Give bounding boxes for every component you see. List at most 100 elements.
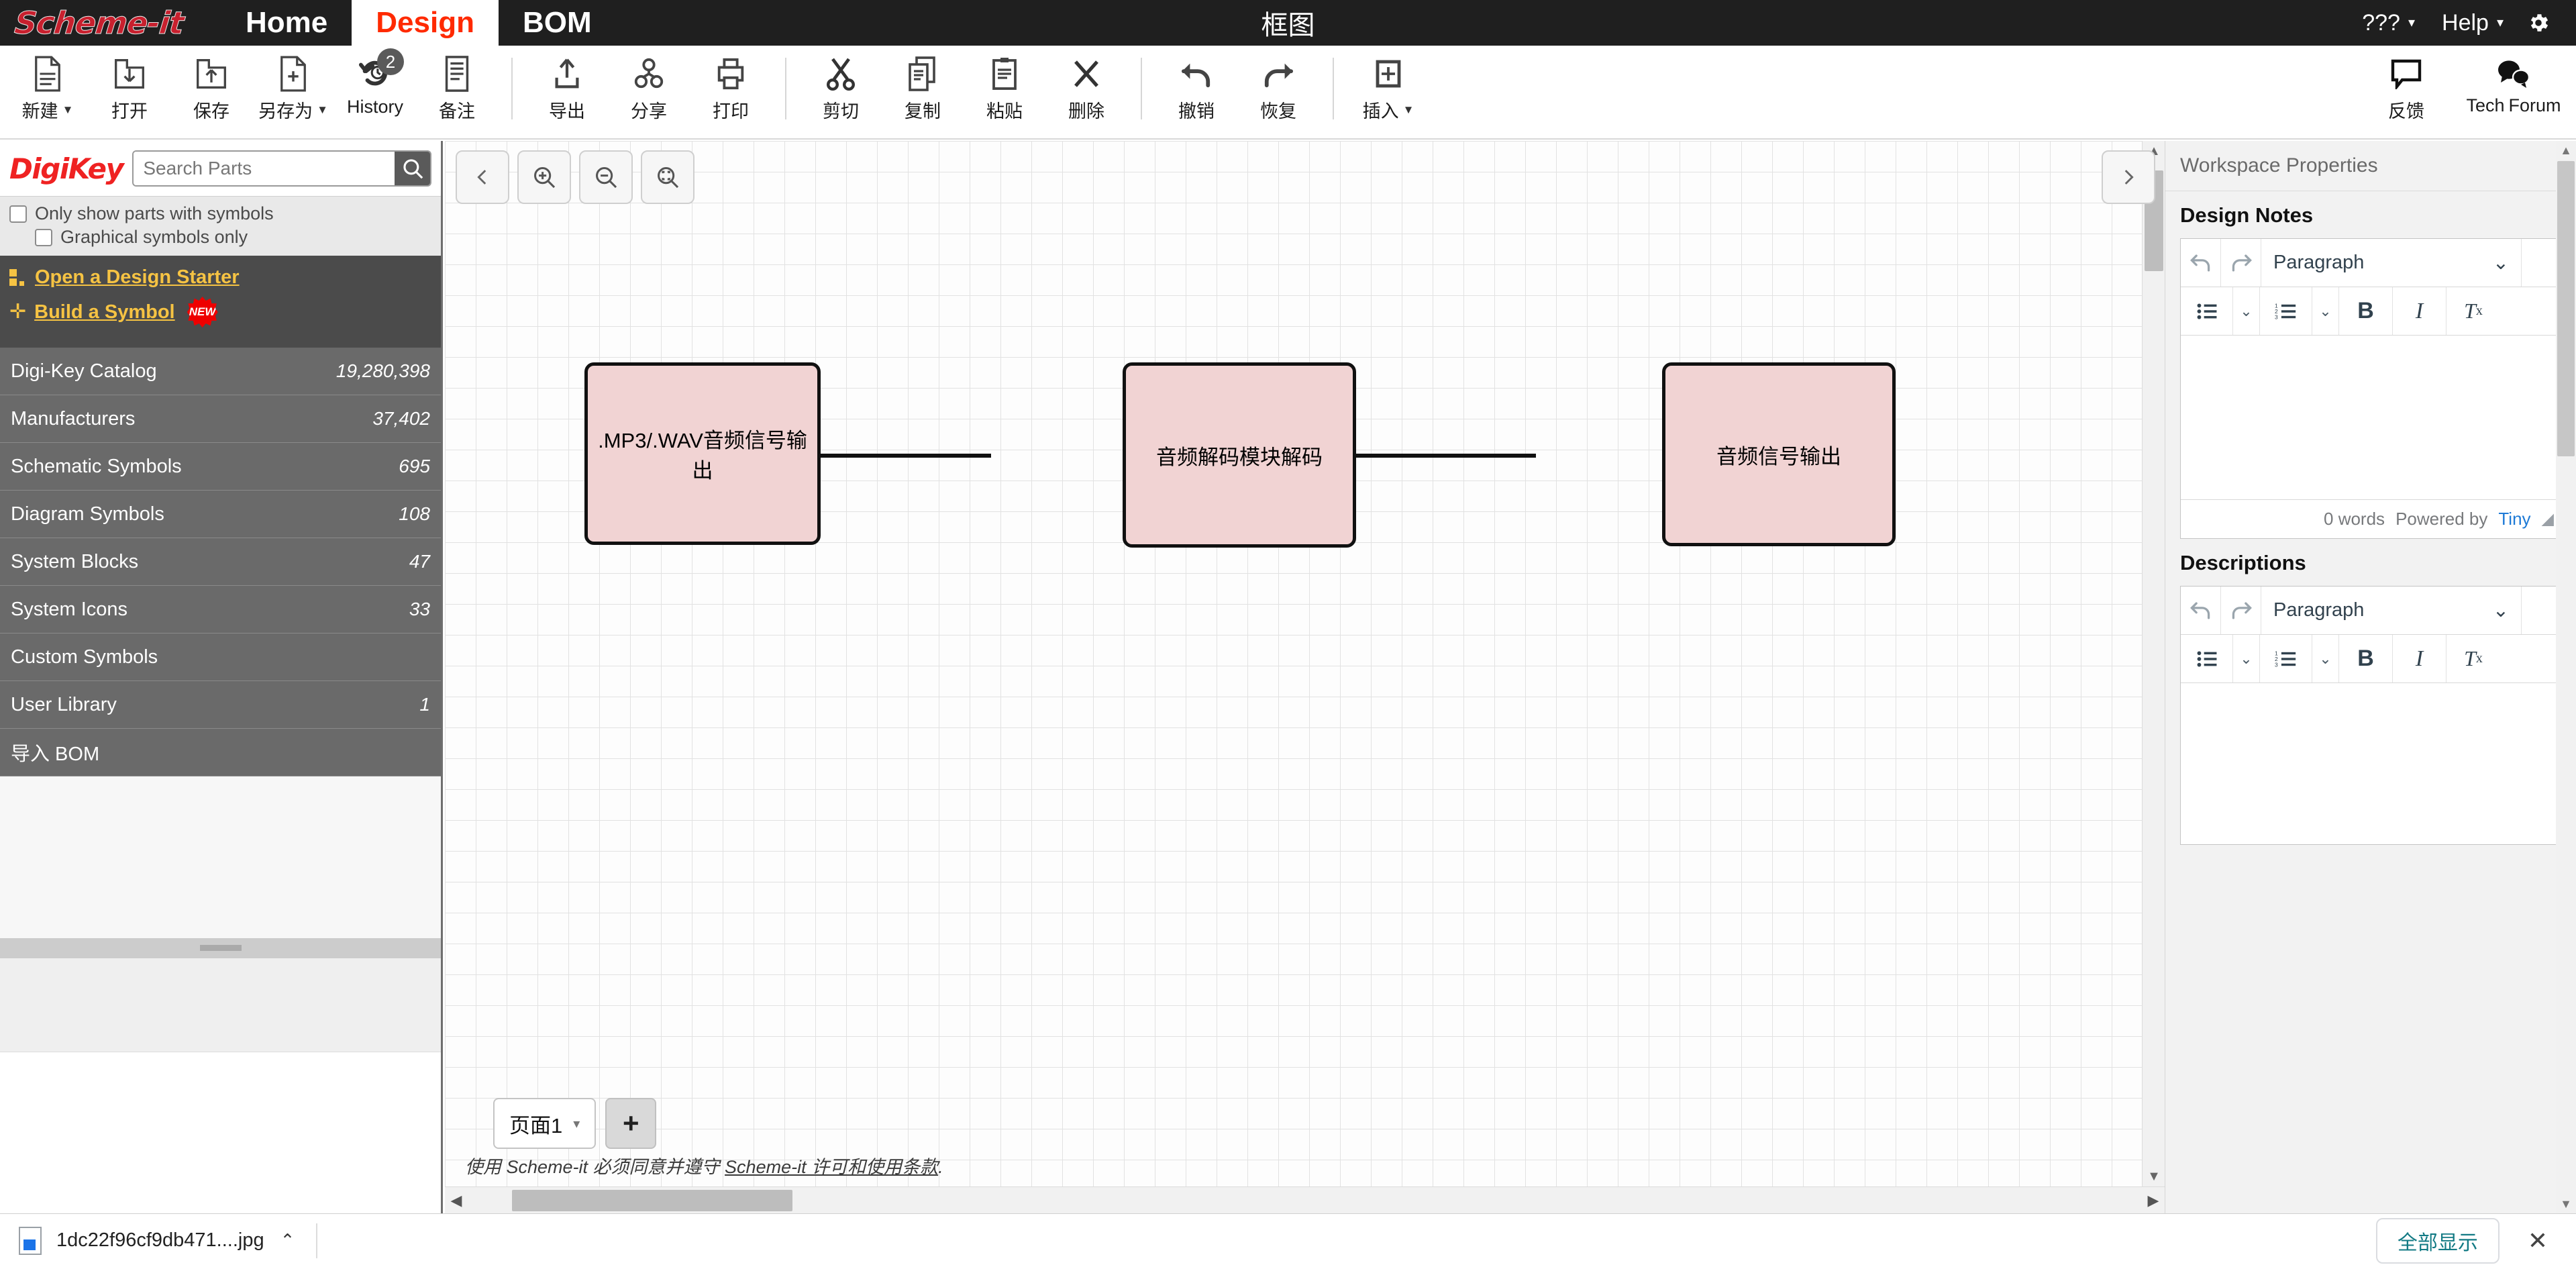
sidebar-item-import-bom[interactable]: 导入 BOM [0,729,441,776]
toolbar-copy[interactable]: 复制 [882,46,964,134]
toolbar-undo[interactable]: 撤销 [1155,46,1237,134]
editor-bullet-list-chevron-down-icon[interactable]: ⌄ [2233,287,2260,335]
toolbar-save[interactable]: 保存 [170,46,252,134]
editor-overflow-cell[interactable] [2522,239,2561,287]
collapse-right-panel-button[interactable] [2102,150,2155,204]
sidebar-item-digikey-catalog[interactable]: Digi-Key Catalog 19,280,398 [0,348,441,395]
link-build-a-symbol[interactable]: ✛ Build a Symbol NEW [9,297,431,327]
tiny-link[interactable]: Tiny [2498,509,2530,529]
toolbar-tech-forum[interactable]: Tech Forum [2463,46,2564,134]
license-link[interactable]: Scheme-it 许可和使用条款 [725,1157,938,1177]
download-menu-chevron-up-icon[interactable]: ⌃ [280,1230,295,1251]
zoom-in-button[interactable] [517,150,571,204]
collapse-left-panel-button[interactable] [456,150,509,204]
editor-numbered-list-chevron-down-icon[interactable]: ⌄ [2312,287,2339,335]
account-menu[interactable]: ??? ▾ [2349,10,2428,36]
toolbar-new[interactable]: 新建 ▼ [7,46,89,134]
editor-bold-button[interactable]: B [2339,287,2393,335]
descriptions-textarea[interactable] [2181,683,2561,844]
sidebar-item-system-blocks[interactable]: System Blocks 47 [0,538,441,586]
editor-bullet-list-icon[interactable] [2181,287,2233,335]
sidebar-item-diagram-symbols[interactable]: Diagram Symbols 108 [0,491,441,538]
toolbar-redo[interactable]: 恢复 [1237,46,1319,134]
editor-italic-button[interactable]: I [2393,635,2446,682]
nav-tab-bom[interactable]: BOM [499,0,616,46]
editor-undo-icon[interactable] [2181,587,2221,634]
editor-numbered-list-chevron-down-icon[interactable]: ⌄ [2312,635,2339,682]
toolbar-tech-forum-label-line2: Forum [2508,95,2561,115]
toolbar-export[interactable]: 导出 [526,46,608,134]
scroll-up-arrow-icon[interactable]: ▲ [2556,141,2576,160]
editor-redo-icon[interactable] [2221,587,2261,634]
link-open-design-starter[interactable]: Open a Design Starter [9,266,431,289]
toolbar-print[interactable]: 打印 [690,46,772,134]
add-page-button[interactable]: + [605,1098,657,1149]
editor-clear-format-button[interactable]: Tx [2446,635,2500,682]
design-canvas[interactable]: .MP3/.WAV音频信号输出 音频解码模块解码 音频信号输出 页面1 ▾ + … [445,141,2165,1213]
filter-only-parts-with-symbols[interactable]: Only show parts with symbols [9,203,431,224]
scroll-left-arrow-icon[interactable]: ◀ [445,1192,468,1209]
search-input[interactable] [134,152,395,185]
toolbar-delete[interactable]: 删除 [1045,46,1127,134]
toolbar-paste[interactable]: 粘贴 [964,46,1045,134]
scroll-down-arrow-icon[interactable]: ▼ [2556,1195,2576,1213]
diagram-block[interactable]: .MP3/.WAV音频信号输出 [584,362,821,545]
toolbar-open[interactable]: 打开 [89,46,170,134]
editor-bold-button[interactable]: B [2339,635,2393,682]
editor-bullet-list-chevron-down-icon[interactable]: ⌄ [2233,635,2260,682]
page-tab-1[interactable]: 页面1 ▾ [493,1098,597,1149]
toolbar-history[interactable]: 2 History [334,46,416,134]
search-icon[interactable] [395,152,430,185]
scheme-it-logo[interactable]: Scheme-it [0,0,221,46]
editor-format-select[interactable]: Paragraph ⌄ [2261,239,2522,287]
sidebar-item-manufacturers[interactable]: Manufacturers 37,402 [0,395,441,443]
toolbar-feedback[interactable]: 反馈 [2356,46,2457,134]
editor-overflow-cell[interactable] [2522,587,2561,634]
sidebar-item-schematic-symbols[interactable]: Schematic Symbols 695 [0,443,441,491]
zoom-fit-button[interactable] [641,150,694,204]
close-icon[interactable]: ✕ [2518,1227,2557,1255]
editor-format-select[interactable]: Paragraph ⌄ [2261,587,2522,634]
download-item[interactable]: 1dc22f96cf9db471....jpg [19,1226,264,1255]
toolbar-notes[interactable]: 备注 [416,46,498,134]
right-panel-scroll-thumb[interactable] [2557,161,2575,456]
sidebar-resize-handle[interactable] [0,937,441,958]
editor-numbered-list-icon[interactable]: 123 [2260,287,2312,335]
editor-undo-icon[interactable] [2181,239,2221,287]
editor-numbered-list-icon[interactable]: 123 [2260,635,2312,682]
nav-tab-home[interactable]: Home [221,0,352,46]
help-menu[interactable]: Help ▾ [2428,10,2517,36]
show-all-downloads-button[interactable]: 全部显示 [2375,1217,2500,1264]
checkbox-graphical-symbols-only[interactable] [35,228,52,246]
toolbar-share[interactable]: 分享 [608,46,690,134]
editor-redo-icon[interactable] [2221,239,2261,287]
sidebar-item-custom-symbols[interactable]: Custom Symbols [0,634,441,681]
sidebar-item-user-library[interactable]: User Library 1 [0,681,441,729]
horizontal-scroll-thumb[interactable] [512,1190,792,1211]
sidebar-item-system-icons[interactable]: System Icons 33 [0,586,441,634]
right-panel-scrollbar[interactable]: ▲ ▼ [2556,141,2576,1213]
gear-icon[interactable] [2517,11,2560,35]
filter-graphical-symbols-only[interactable]: Graphical symbols only [9,227,431,248]
new-document-icon [32,55,63,93]
editor-italic-button[interactable]: I [2393,287,2446,335]
editor-clear-format-button[interactable]: Tx [2446,287,2500,335]
diagram-block[interactable]: 音频解码模块解码 [1123,362,1356,548]
toolbar-insert[interactable]: 插入 ▼ [1347,46,1429,134]
zoom-out-button[interactable] [579,150,633,204]
checkbox-only-parts-with-symbols[interactable] [9,205,27,223]
toolbar-cut[interactable]: 剪切 [800,46,882,134]
diagram-block[interactable]: 音频信号输出 [1662,362,1896,546]
design-notes-textarea[interactable] [2181,336,2561,499]
canvas-vertical-scrollbar[interactable]: ▲ ▼ [2142,141,2165,1186]
canvas-zoom-toolbar [456,150,694,204]
scroll-down-arrow-icon[interactable]: ▼ [2143,1166,2165,1186]
scroll-right-arrow-icon[interactable]: ▶ [2142,1192,2165,1209]
editor-resize-grip-icon[interactable]: ◢ [2542,509,2554,529]
toolbar-save-as[interactable]: 另存为 ▼ [252,46,334,134]
nav-tab-design[interactable]: Design [352,0,499,46]
connection-wire[interactable] [821,454,991,458]
editor-bullet-list-icon[interactable] [2181,635,2233,682]
connection-wire[interactable] [1356,454,1536,458]
canvas-horizontal-scrollbar[interactable]: ◀ ▶ [445,1186,2165,1213]
